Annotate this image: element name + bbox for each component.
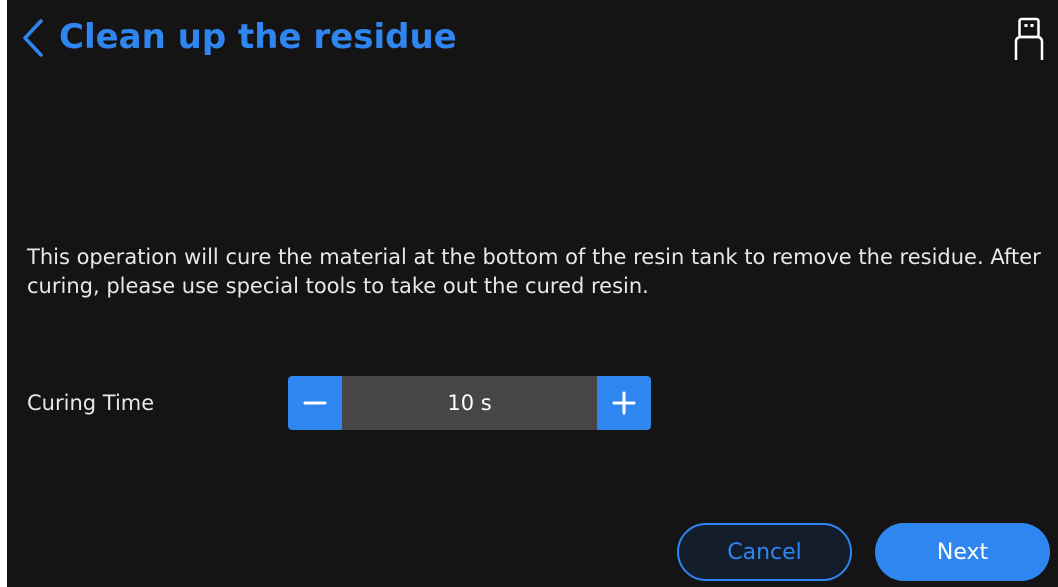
back-button[interactable] (13, 14, 53, 62)
description-text: This operation will cure the material at… (27, 245, 1041, 298)
usb-status (1012, 12, 1046, 66)
next-button[interactable]: Next (875, 523, 1050, 581)
increment-button[interactable] (597, 376, 651, 430)
curing-time-label: Curing Time (27, 391, 155, 415)
curing-time-value: 10 s (447, 391, 492, 415)
cancel-button[interactable]: Cancel (677, 523, 852, 581)
page-title: Clean up the residue (59, 17, 457, 57)
screen: Clean up the residue This operation will… (0, 0, 1058, 587)
plus-icon (612, 391, 636, 415)
decrement-button[interactable] (288, 376, 342, 430)
chevron-left-icon (23, 19, 43, 57)
usb-icon (1014, 17, 1044, 60)
header: Clean up the residue (7, 0, 1058, 80)
minus-icon (303, 401, 327, 405)
curing-time-stepper: 10 s (288, 376, 651, 430)
